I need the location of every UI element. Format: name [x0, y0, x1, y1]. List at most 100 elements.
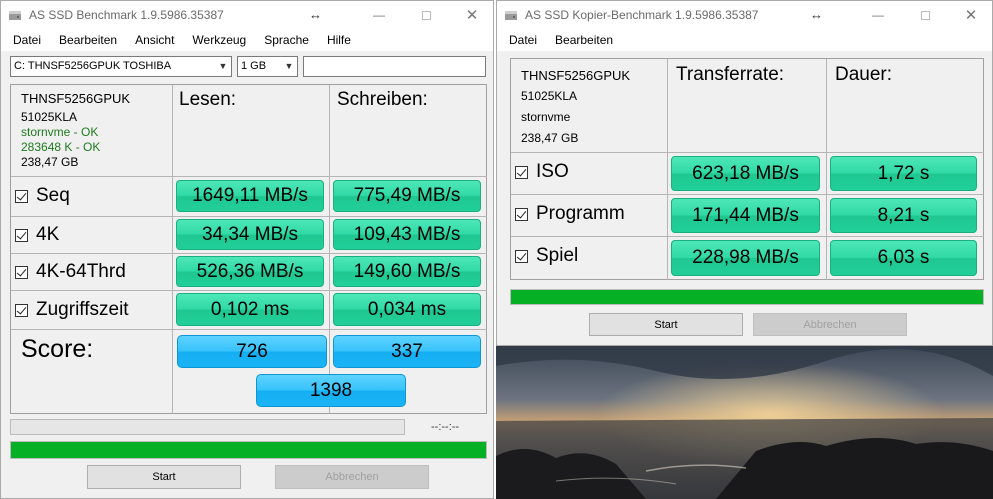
close-button[interactable]: ✕: [449, 1, 493, 29]
row-label-programm[interactable]: Programm: [515, 199, 625, 229]
menu-bearbeiten[interactable]: Bearbeiten: [546, 33, 622, 47]
results-grid: THNSF5256GPUK 51025KLA stornvme - OK 283…: [10, 84, 487, 414]
device-driver: stornvme: [521, 110, 571, 124]
grid-divider: [11, 329, 487, 330]
device-model: THNSF5256GPUK: [21, 91, 131, 106]
size-select[interactable]: 1 GB ▼: [237, 56, 298, 77]
minimize-button[interactable]: —: [356, 1, 402, 29]
row-label-text: 4K-64Thrd: [36, 261, 126, 282]
device-firmware: 51025KLA: [21, 110, 78, 124]
grid-divider: [511, 194, 984, 195]
checkbox-checked-icon[interactable]: [15, 303, 28, 317]
menu-sprache[interactable]: Sprache: [255, 33, 318, 47]
device-model: THNSF5256GPUK: [521, 68, 631, 83]
progress-fill: [511, 290, 983, 304]
row-label-4k-64thrd[interactable]: 4K-64Thrd: [15, 257, 126, 287]
cancel-button[interactable]: Abbrechen: [753, 313, 907, 336]
maximize-button[interactable]: [403, 1, 449, 29]
row-label-seq[interactable]: Seq: [15, 181, 70, 211]
score-write: 337: [333, 335, 481, 368]
write-value: 109,43 MB/s: [333, 219, 481, 250]
device-driver-status: stornvme - OK: [21, 125, 99, 139]
hard-drive-icon: [9, 11, 21, 20]
write-value: 149,60 MB/s: [333, 256, 481, 287]
read-value: 34,34 MB/s: [176, 219, 324, 250]
menu-datei[interactable]: Datei: [4, 33, 50, 47]
drive-select-value: C: THNSF5256GPUK TOSHIBA: [14, 60, 172, 72]
score-label: Score:: [21, 335, 94, 363]
grid-divider: [11, 216, 487, 217]
progress-fill: [11, 442, 486, 458]
copy-results-grid: THNSF5256GPUK 51025KLA stornvme 238,47 G…: [510, 58, 984, 280]
grid-divider: [667, 59, 668, 280]
desktop-wallpaper: [496, 346, 993, 499]
transferrate-value: 623,18 MB/s: [671, 156, 820, 191]
device-firmware: 51025KLA: [521, 89, 578, 103]
transferrate-value: 228,98 MB/s: [671, 240, 820, 276]
column-header-write: Schreiben:: [337, 89, 428, 110]
menu-datei[interactable]: Datei: [500, 33, 546, 47]
cancel-button[interactable]: Abbrechen: [275, 465, 429, 489]
menu-bar: Datei Bearbeiten: [497, 29, 992, 51]
grid-divider: [11, 176, 487, 177]
row-label-text: 4K: [36, 224, 60, 245]
row-label-4k[interactable]: 4K: [15, 220, 59, 250]
benchmark-progress-bar: [10, 441, 487, 459]
duration-value: 8,21 s: [830, 198, 977, 233]
checkbox-checked-icon[interactable]: [15, 228, 28, 242]
grid-divider: [11, 290, 487, 291]
window-title: AS SSD Benchmark 1.9.5986.35387: [29, 8, 224, 22]
close-button[interactable]: ✕: [948, 1, 992, 29]
menu-bearbeiten[interactable]: Bearbeiten: [50, 33, 126, 47]
column-header-dauer: Dauer:: [835, 64, 893, 85]
row-label-text: Zugriffszeit: [36, 299, 129, 320]
grid-divider: [511, 236, 984, 237]
checkbox-checked-icon[interactable]: [515, 207, 528, 221]
chevron-down-icon: ▼: [284, 61, 294, 71]
checkbox-checked-icon[interactable]: [515, 249, 528, 263]
read-value: 1649,11 MB/s: [176, 180, 324, 212]
grid-divider: [172, 85, 173, 414]
menu-hilfe[interactable]: Hilfe: [318, 33, 360, 47]
start-button[interactable]: Start: [87, 465, 241, 489]
score-total: 1398: [256, 374, 406, 407]
row-label-text: Programm: [536, 203, 625, 224]
maximize-button[interactable]: [902, 1, 948, 29]
score-read: 726: [177, 335, 327, 368]
write-value: 775,49 MB/s: [333, 180, 481, 212]
window-title: AS SSD Kopier-Benchmark 1.9.5986.35387: [525, 8, 759, 22]
device-capacity: 238,47 GB: [521, 131, 579, 145]
title-bar[interactable]: AS SSD Benchmark 1.9.5986.35387 ↔ — ✕: [1, 1, 493, 29]
row-label-spiel[interactable]: Spiel: [515, 241, 578, 271]
grid-divider: [329, 85, 330, 414]
read-value: 0,102 ms: [176, 293, 324, 326]
checkbox-checked-icon[interactable]: [515, 165, 528, 179]
drive-select[interactable]: C: THNSF5256GPUK TOSHIBA ▼: [10, 56, 232, 77]
row-label-iso[interactable]: ISO: [515, 157, 569, 187]
secondary-progress-bar: [10, 419, 405, 435]
device-capacity: 238,47 GB: [21, 155, 79, 169]
copy-benchmark-window: AS SSD Kopier-Benchmark 1.9.5986.35387 ↔…: [496, 0, 993, 346]
title-bar[interactable]: AS SSD Kopier-Benchmark 1.9.5986.35387 ↔…: [497, 1, 992, 29]
column-header-transferrate: Transferrate:: [676, 64, 785, 85]
elapsed-time: --:--:--: [431, 421, 460, 433]
menu-ansicht[interactable]: Ansicht: [126, 33, 183, 47]
size-select-value: 1 GB: [241, 60, 267, 72]
text-field[interactable]: [303, 56, 486, 77]
grid-divider: [511, 152, 984, 153]
benchmark-window: AS SSD Benchmark 1.9.5986.35387 ↔ — ✕ Da…: [0, 0, 494, 499]
duration-value: 1,72 s: [830, 156, 977, 191]
checkbox-checked-icon[interactable]: [15, 265, 28, 279]
row-label-text: Seq: [36, 185, 70, 206]
row-label-zugriffszeit[interactable]: Zugriffszeit: [15, 295, 129, 325]
minimize-button[interactable]: —: [855, 1, 901, 29]
checkbox-checked-icon[interactable]: [15, 189, 28, 203]
row-label-text: Spiel: [536, 245, 579, 266]
copy-progress-bar: [510, 289, 984, 305]
write-value: 0,034 ms: [333, 293, 481, 326]
start-button[interactable]: Start: [589, 313, 743, 336]
menu-werkzeug[interactable]: Werkzeug: [183, 33, 255, 47]
read-value: 526,36 MB/s: [176, 256, 324, 287]
duration-value: 6,03 s: [830, 240, 977, 276]
device-alignment-status: 283648 K - OK: [21, 140, 101, 154]
